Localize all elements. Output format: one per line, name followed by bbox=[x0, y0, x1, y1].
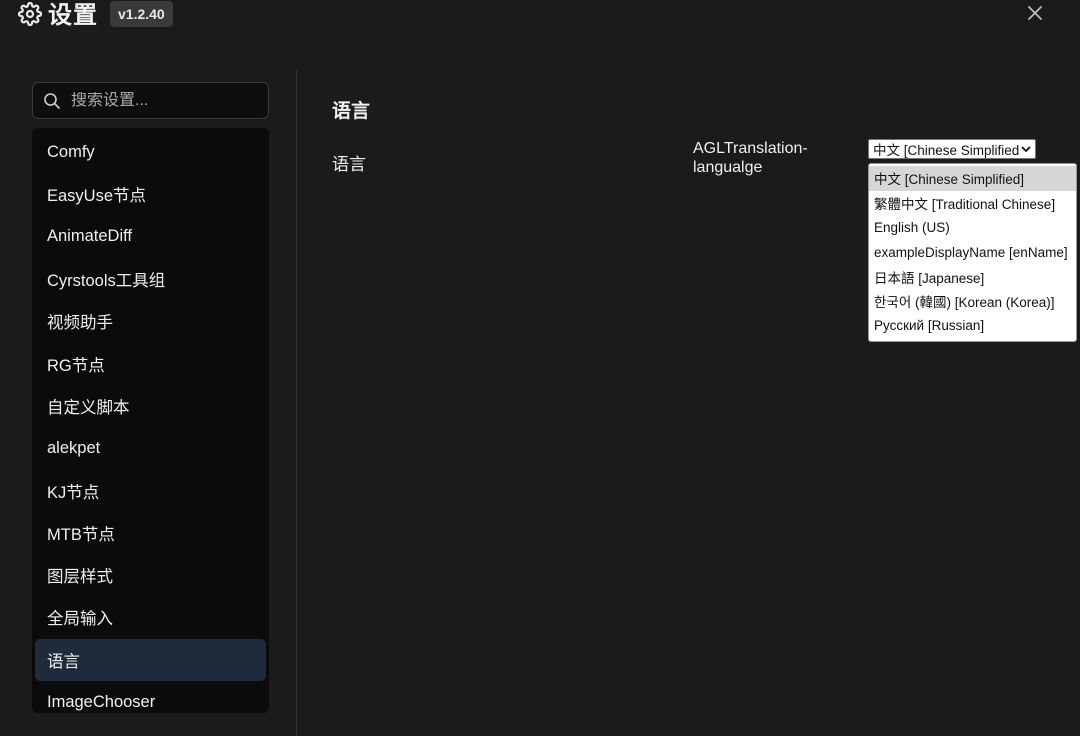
sidebar-item-label: 全局输入 bbox=[47, 610, 113, 629]
dropdown-option-zh-tw[interactable]: 繁體中文 [Traditional Chinese] bbox=[869, 191, 1076, 216]
close-icon bbox=[1024, 2, 1046, 24]
sidebar-item-kj[interactable]: KJ节点 bbox=[35, 469, 266, 511]
sidebar-item-label: KJ节点 bbox=[47, 483, 100, 502]
setting-id-line: langualge bbox=[693, 159, 763, 176]
select-value: 中文 [Chinese Simplified] bbox=[873, 143, 1019, 158]
sidebar-item-label: 视频助手 bbox=[47, 314, 113, 333]
version-badge: v1.2.40 bbox=[110, 1, 173, 27]
sidebar-item-animatediff[interactable]: AnimateDiff bbox=[35, 216, 266, 258]
header: 设置 v1.2.40 bbox=[18, 0, 173, 30]
sidebar-item-label: MTB节点 bbox=[47, 525, 115, 544]
sidebar-item-label: AnimateDiff bbox=[47, 227, 132, 246]
chevron-down-icon bbox=[1020, 143, 1032, 155]
section-title: 语言 bbox=[332, 101, 371, 122]
dropdown-option-ja[interactable]: 日本語 [Japanese] bbox=[869, 264, 1076, 289]
sidebar-divider bbox=[296, 70, 297, 736]
dropdown-option-en-us[interactable]: English (US) bbox=[869, 215, 1076, 240]
sidebar-item-label: Cyrstools工具组 bbox=[47, 272, 166, 291]
close-button[interactable] bbox=[1024, 2, 1046, 24]
settings-dialog: 设置 v1.2.40 Comfy EasyUse节点 AnimateDiff C… bbox=[0, 0, 1080, 736]
search-icon bbox=[43, 92, 61, 110]
sidebar-item-language[interactable]: 语言 bbox=[35, 638, 266, 681]
language-dropdown: 中文 [Chinese Simplified] 繁體中文 [Traditiona… bbox=[868, 163, 1077, 342]
sidebar-item-alekpet[interactable]: alekpet bbox=[35, 427, 266, 469]
sidebar: Comfy EasyUse节点 AnimateDiff Cyrstools工具组… bbox=[32, 128, 269, 713]
setting-id: AGLTranslation- langualge bbox=[693, 139, 808, 177]
setting-id-line: AGLTranslation- bbox=[693, 140, 808, 157]
dropdown-option-zh-cn[interactable]: 中文 [Chinese Simplified] bbox=[869, 166, 1076, 191]
search-input[interactable] bbox=[71, 91, 251, 110]
language-select[interactable]: 中文 [Chinese Simplified] bbox=[868, 139, 1036, 159]
sidebar-item-imagechooser[interactable]: ImageChooser bbox=[35, 681, 266, 723]
sidebar-item-label: alekpet bbox=[47, 438, 101, 457]
sidebar-item-label: RG节点 bbox=[47, 356, 105, 375]
sidebar-item-label: EasyUse节点 bbox=[47, 187, 147, 206]
search-box bbox=[32, 82, 269, 119]
sidebar-item-cyrstools[interactable]: Cyrstools工具组 bbox=[35, 258, 266, 300]
dialog-title: 设置 bbox=[48, 1, 98, 29]
sidebar-item-label: ImageChooser bbox=[47, 692, 156, 711]
dropdown-option-ko[interactable]: 한국어 (韓國) [Korean (Korea)] bbox=[869, 289, 1076, 314]
sidebar-item-label: 图层样式 bbox=[47, 568, 113, 587]
sidebar-item-global-input[interactable]: 全局输入 bbox=[35, 596, 266, 638]
sidebar-item-easyuse[interactable]: EasyUse节点 bbox=[35, 173, 266, 215]
dropdown-option-example[interactable]: exampleDisplayName [enName] bbox=[869, 240, 1076, 265]
sidebar-item-label: 自定义脚本 bbox=[47, 398, 130, 417]
sidebar-item-label: Comfy bbox=[47, 142, 95, 161]
sidebar-item-layer-style[interactable]: 图层样式 bbox=[35, 554, 266, 596]
setting-label: 语言 bbox=[332, 155, 366, 174]
sidebar-item-rg[interactable]: RG节点 bbox=[35, 342, 266, 384]
dropdown-option-ru[interactable]: Русский [Russian] bbox=[869, 314, 1076, 339]
sidebar-item-mtb[interactable]: MTB节点 bbox=[35, 512, 266, 554]
sidebar-item-custom-scripts[interactable]: 自定义脚本 bbox=[35, 385, 266, 427]
gear-icon bbox=[18, 2, 42, 26]
sidebar-item-comfy[interactable]: Comfy bbox=[35, 131, 266, 173]
sidebar-item-video-helper[interactable]: 视频助手 bbox=[35, 300, 266, 342]
sidebar-item-label: 语言 bbox=[47, 652, 80, 671]
